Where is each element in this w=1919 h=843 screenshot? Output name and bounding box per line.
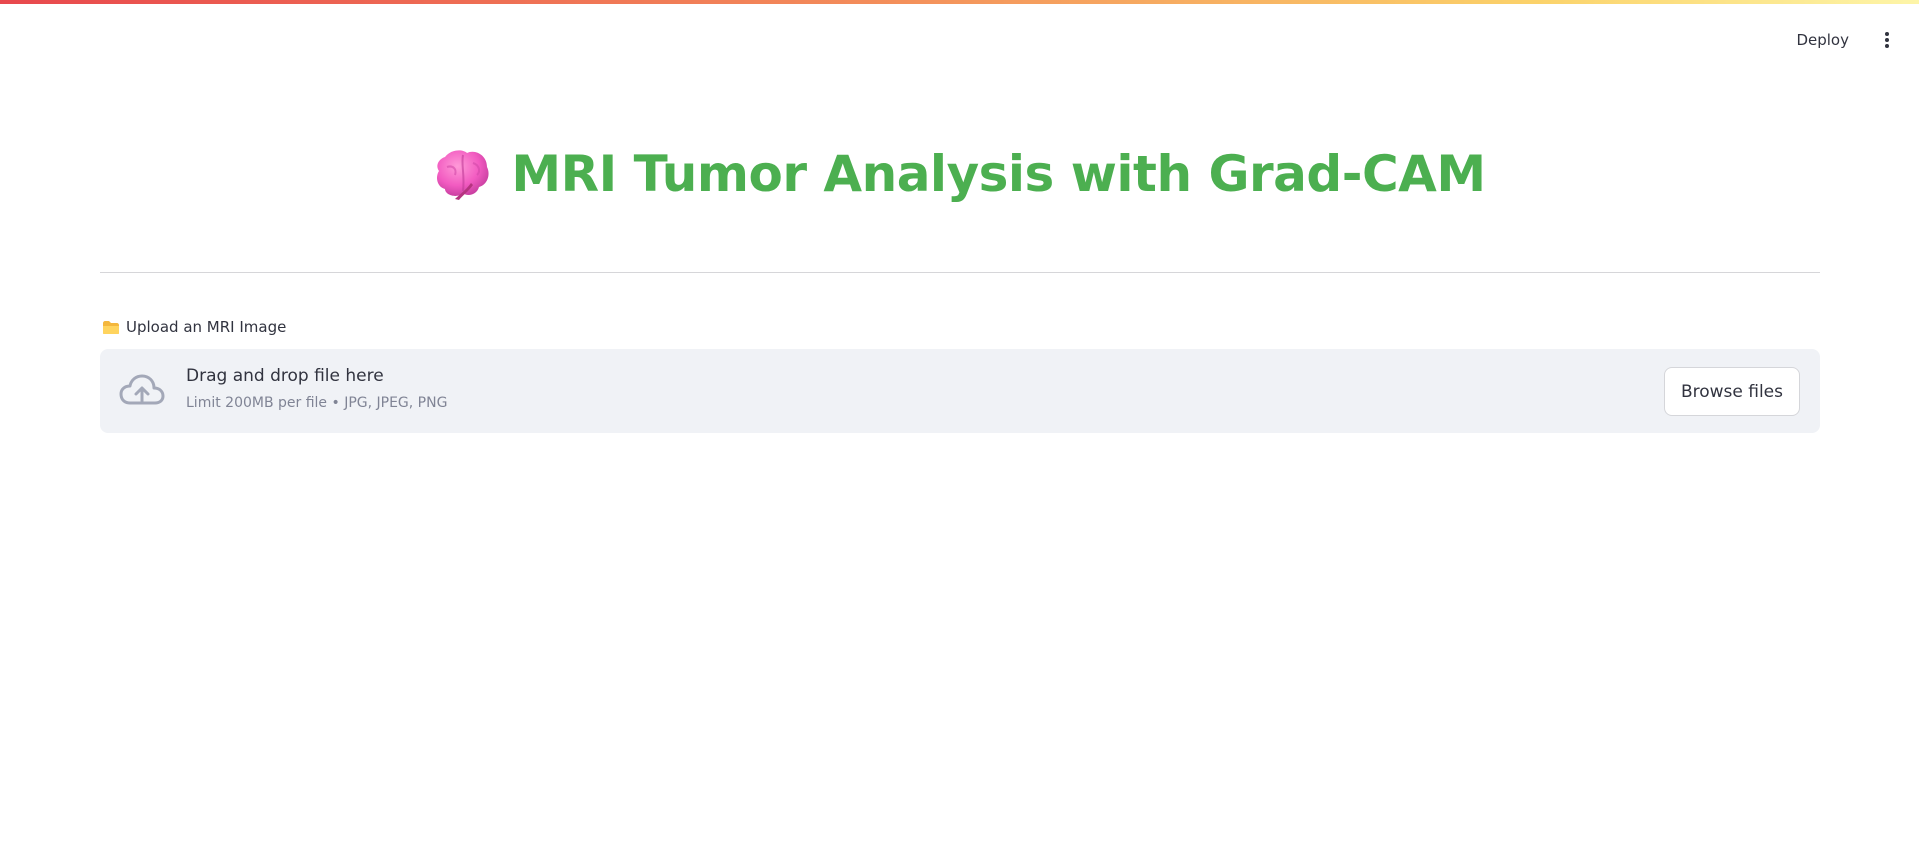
brain-icon [437,150,489,200]
cloud-upload-icon [119,374,165,405]
dropzone-title: Drag and drop file here [186,366,384,386]
deploy-button[interactable]: Deploy [1786,25,1859,55]
dropzone-instructions: Drag and drop file here Limit 200MB per … [186,366,447,411]
browse-files-button[interactable]: Browse files [1663,367,1800,416]
uploader-label: Upload an MRI Image [102,318,286,336]
horizontal-divider [100,272,1820,273]
file-dropzone[interactable]: Drag and drop file here Limit 200MB per … [100,349,1820,433]
page-header: MRI Tumor Analysis with Grad-CAM [0,145,1919,203]
dropzone-limit-text: Limit 200MB per file • JPG, JPEG, PNG [186,395,448,411]
kebab-menu-icon [1885,32,1889,48]
top-decoration-bar [0,0,1919,4]
main-menu-button[interactable] [1873,22,1901,58]
folder-icon [103,320,119,334]
page-title: MRI Tumor Analysis with Grad-CAM [511,145,1486,203]
app-toolbar: Deploy [1786,22,1901,58]
uploader-label-text: Upload an MRI Image [126,318,287,336]
